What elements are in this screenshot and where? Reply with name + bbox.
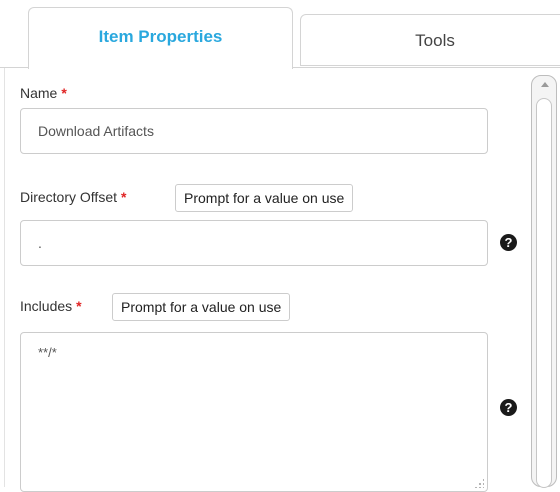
required-indicator: * [61, 85, 67, 101]
directory-offset-label-text: Directory Offset [20, 189, 117, 205]
required-indicator: * [121, 189, 127, 205]
tab-item-properties-label: Item Properties [98, 27, 223, 46]
arrow-up-icon[interactable] [541, 82, 549, 87]
help-glyph: ? [504, 235, 513, 250]
panel-border [4, 67, 5, 487]
name-label-text: Name [20, 85, 58, 101]
directory-offset-prompt-button[interactable]: Prompt for a value on use [175, 184, 354, 212]
vertical-scrollbar[interactable] [531, 75, 557, 488]
directory-offset-prompt-label: Prompt for a value on use [184, 190, 345, 206]
directory-offset-input[interactable]: . [20, 220, 488, 266]
scrollbar-thumb[interactable] [536, 98, 552, 488]
includes-prompt-label: Prompt for a value on use [121, 299, 282, 315]
required-indicator: * [76, 298, 82, 314]
includes-textarea[interactable]: **/* [20, 332, 488, 492]
includes-label: Includes * [20, 298, 82, 314]
tab-tools[interactable]: Tools [300, 14, 560, 66]
name-input[interactable]: Download Artifacts [20, 108, 488, 154]
tab-tools-label: Tools [415, 31, 455, 50]
name-input-value: Download Artifacts [38, 123, 154, 139]
help-glyph: ? [504, 400, 513, 415]
tab-item-properties[interactable]: Item Properties [28, 7, 293, 69]
includes-textarea-value: **/* [38, 345, 57, 360]
question-circle-icon[interactable]: ? [500, 234, 517, 251]
directory-offset-label: Directory Offset * [20, 189, 126, 205]
question-circle-icon[interactable]: ? [500, 399, 517, 416]
includes-prompt-button[interactable]: Prompt for a value on use [112, 293, 291, 321]
directory-offset-input-value: . [38, 235, 42, 251]
includes-label-text: Includes [20, 298, 73, 314]
name-label: Name * [20, 85, 67, 101]
